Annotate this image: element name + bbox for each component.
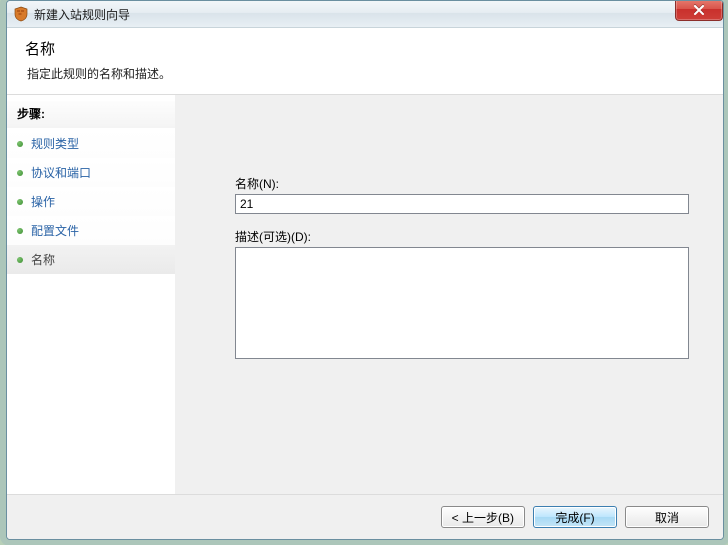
description-input[interactable] [235,247,689,359]
form-area: 名称(N): 描述(可选)(D): [175,95,723,494]
step-profile[interactable]: 配置文件 [7,216,175,245]
step-label: 规则类型 [31,135,79,152]
wizard-window: 新建入站规则向导 名称 指定此规则的名称和描述。 步骤: 规则类型 协议和端口 … [6,0,724,540]
wizard-header: 名称 指定此规则的名称和描述。 [7,28,723,94]
description-label: 描述(可选)(D): [235,228,699,245]
bullet-icon [17,170,23,176]
firewall-icon [13,6,29,22]
finish-button[interactable]: 完成(F) [533,506,617,528]
wizard-body: 步骤: 规则类型 协议和端口 操作 配置文件 名称 名 [7,94,723,494]
bullet-icon [17,199,23,205]
step-label: 配置文件 [31,222,79,239]
step-label: 名称 [31,251,55,268]
step-label: 协议和端口 [31,164,91,181]
close-icon [693,5,705,15]
steps-sidebar: 步骤: 规则类型 协议和端口 操作 配置文件 名称 [7,95,175,494]
step-label: 操作 [31,193,55,210]
wizard-footer: < 上一步(B) 完成(F) 取消 [7,494,723,539]
name-label: 名称(N): [235,175,699,192]
page-title: 名称 [25,38,705,59]
bullet-icon [17,228,23,234]
close-button[interactable] [675,0,723,21]
bullet-icon [17,257,23,263]
name-input[interactable] [235,194,689,214]
step-action[interactable]: 操作 [7,187,175,216]
bullet-icon [17,141,23,147]
window-title: 新建入站规则向导 [34,6,130,23]
back-button[interactable]: < 上一步(B) [441,506,525,528]
step-rule-type[interactable]: 规则类型 [7,129,175,158]
step-protocol-port[interactable]: 协议和端口 [7,158,175,187]
page-subtitle: 指定此规则的名称和描述。 [25,65,705,82]
titlebar[interactable]: 新建入站规则向导 [7,1,723,28]
steps-heading: 步骤: [7,101,175,129]
step-name[interactable]: 名称 [7,245,175,274]
cancel-button[interactable]: 取消 [625,506,709,528]
